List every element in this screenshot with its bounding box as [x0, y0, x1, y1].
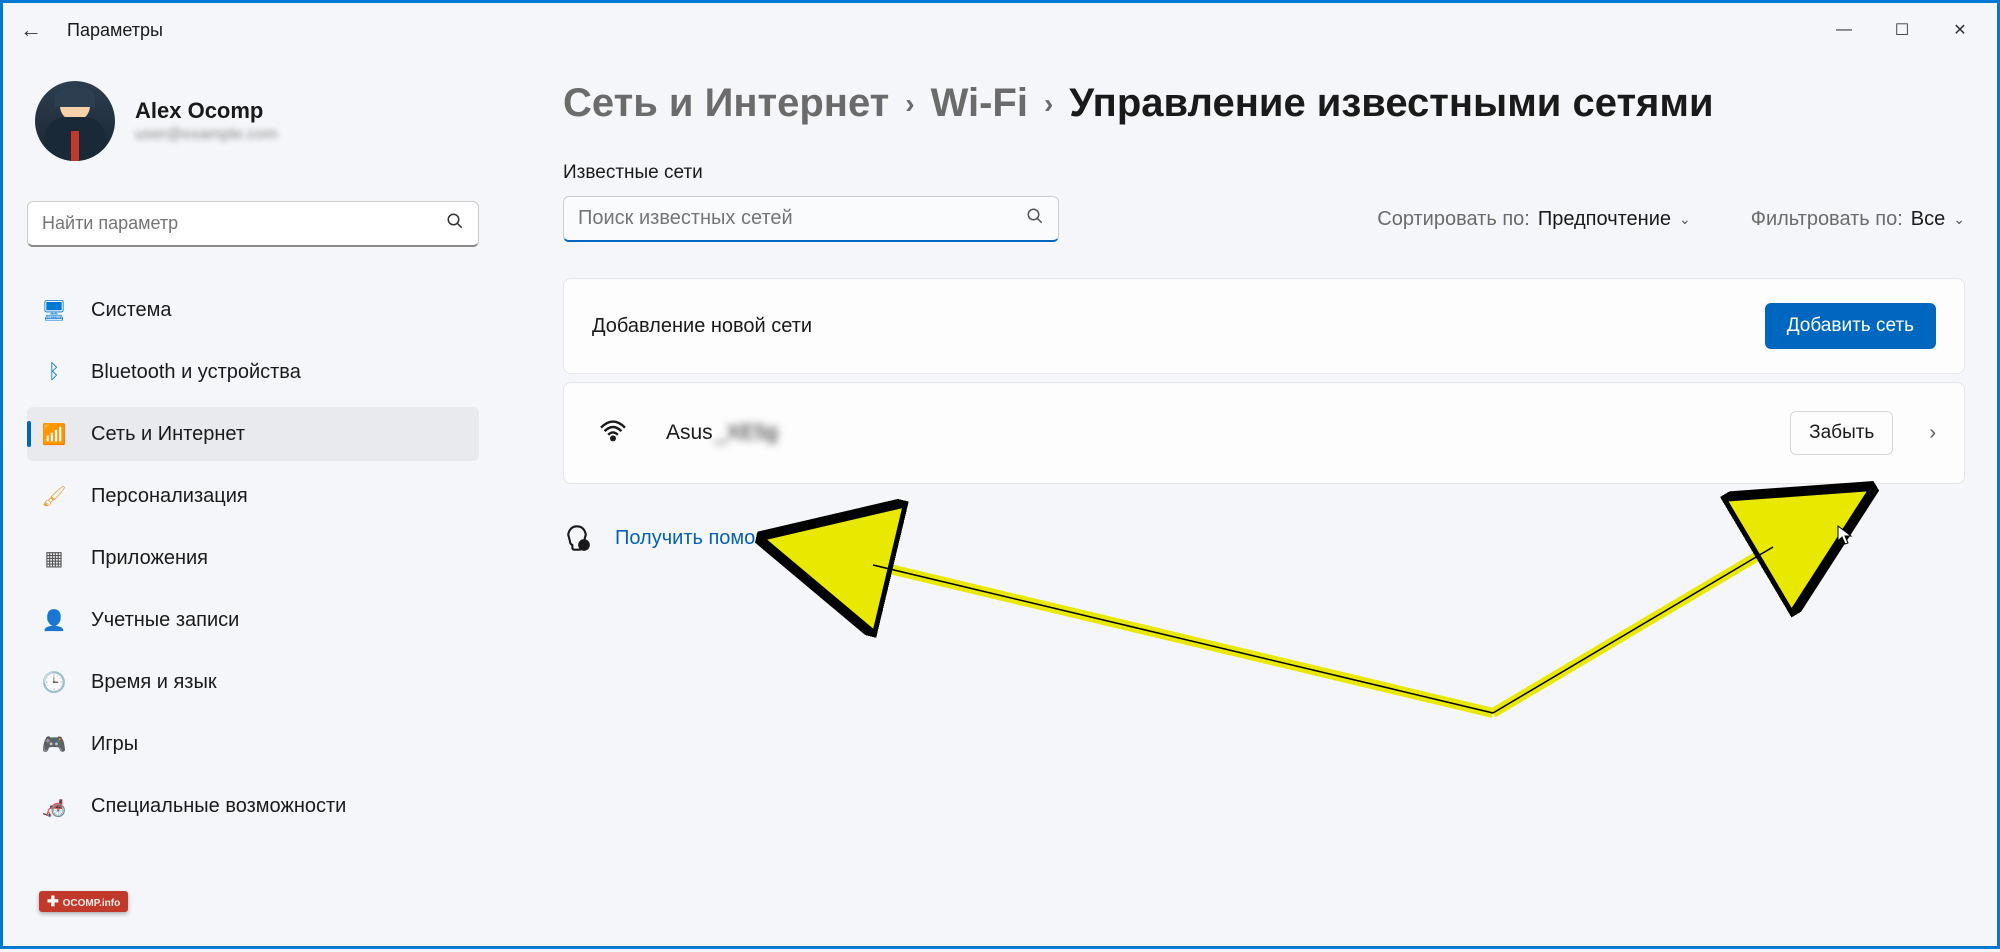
breadcrumb-current: Управление известными сетями [1069, 81, 1713, 126]
sort-value: Предпочтение [1538, 208, 1671, 231]
profile-email: user@example.com [135, 126, 278, 144]
nav-label: Сеть и Интернет [91, 423, 245, 446]
nav-label: Специальные возможности [91, 795, 346, 818]
add-network-title: Добавление новой сети [592, 315, 812, 338]
wifi-icon [598, 417, 628, 449]
sort-dropdown[interactable]: Сортировать по: Предпочтение ⌄ [1377, 208, 1690, 231]
nav-label: Bluetooth и устройства [91, 361, 301, 384]
nav-icon: 📶 [41, 421, 67, 447]
network-name: Asus_XE5g [666, 421, 778, 445]
breadcrumb-network[interactable]: Сеть и Интернет [563, 81, 889, 126]
breadcrumb: Сеть и Интернет › Wi-Fi › Управление изв… [563, 81, 1965, 126]
nav-icon: ▦ [41, 545, 67, 571]
nav-icon: ᛒ [41, 359, 67, 385]
nav-label: Персонализация [91, 485, 248, 508]
filter-value: Все [1911, 208, 1945, 231]
main-content: Сеть и Интернет › Wi-Fi › Управление изв… [503, 57, 1997, 946]
nav-list: 🖥 Система ᛒ Bluetooth и устройства 📶 Сеть и И… [27, 283, 479, 833]
nav-icon: 🖌 [41, 483, 67, 509]
profile-name: Alex Ocomp [135, 98, 278, 124]
window-controls: — ☐ ✕ [1815, 10, 1989, 50]
nav-icon: 🖥 [41, 297, 67, 323]
sidebar-item-3[interactable]: 🖌 Персонализация [27, 469, 479, 523]
minimize-button[interactable]: — [1815, 10, 1873, 50]
add-network-card: Добавление новой сети Добавить сеть [563, 278, 1965, 374]
section-label: Известные сети [563, 162, 1965, 184]
filter-dropdown[interactable]: Фильтровать по: Все ⌄ [1751, 208, 1965, 231]
sidebar-search[interactable] [27, 201, 479, 247]
network-row[interactable]: Asus_XE5g Забыть › [563, 382, 1965, 484]
help-link[interactable]: ? Получить помощь [563, 524, 1965, 552]
nav-label: Система [91, 299, 172, 322]
chevron-right-icon: › [1044, 88, 1053, 120]
chevron-down-icon: ⌄ [1953, 211, 1965, 228]
nav-label: Время и язык [91, 671, 217, 694]
sidebar-item-0[interactable]: 🖥 Система [27, 283, 479, 337]
close-button[interactable]: ✕ [1931, 10, 1989, 50]
watermark: ✚ OCOMP.info [39, 891, 128, 912]
sidebar-item-1[interactable]: ᛒ Bluetooth и устройства [27, 345, 479, 399]
add-network-button[interactable]: Добавить сеть [1765, 303, 1936, 349]
sidebar-item-5[interactable]: 👤 Учетные записи [27, 593, 479, 647]
search-icon [446, 212, 464, 235]
nav-icon: 🕒 [41, 669, 67, 695]
network-search[interactable] [563, 196, 1059, 242]
sidebar-item-7[interactable]: 🎮 Игры [27, 717, 479, 771]
nav-icon: 🎮 [41, 731, 67, 757]
sidebar-item-8[interactable]: 🦽 Специальные возможности [27, 779, 479, 833]
chevron-right-icon[interactable]: › [1929, 422, 1936, 445]
avatar [35, 81, 115, 161]
sidebar-item-6[interactable]: 🕒 Время и язык [27, 655, 479, 709]
titlebar: ← Параметры — ☐ ✕ [3, 3, 1997, 57]
sidebar-search-input[interactable] [42, 213, 446, 234]
profile-block[interactable]: Alex Ocomp user@example.com [27, 81, 479, 161]
window-title: Параметры [67, 20, 163, 41]
maximize-button[interactable]: ☐ [1873, 10, 1931, 50]
nav-icon: 🦽 [41, 793, 67, 819]
sort-label: Сортировать по: [1377, 208, 1530, 231]
search-icon [1026, 207, 1044, 230]
network-search-input[interactable] [578, 207, 1026, 230]
filter-label: Фильтровать по: [1751, 208, 1903, 231]
nav-label: Учетные записи [91, 609, 239, 632]
help-text[interactable]: Получить помощь [615, 527, 782, 550]
back-button[interactable]: ← [11, 10, 51, 50]
sidebar: Alex Ocomp user@example.com 🖥 Система ᛒ Blu… [3, 57, 503, 946]
sidebar-item-2[interactable]: 📶 Сеть и Интернет [27, 407, 479, 461]
nav-label: Приложения [91, 547, 208, 570]
nav-label: Игры [91, 733, 138, 756]
chevron-down-icon: ⌄ [1679, 211, 1691, 228]
breadcrumb-wifi[interactable]: Wi-Fi [931, 81, 1028, 126]
chevron-right-icon: › [905, 88, 914, 120]
nav-icon: 👤 [41, 607, 67, 633]
forget-button[interactable]: Забыть [1790, 411, 1893, 455]
help-icon: ? [563, 524, 591, 552]
svg-text:?: ? [582, 542, 587, 551]
sidebar-item-4[interactable]: ▦ Приложения [27, 531, 479, 585]
